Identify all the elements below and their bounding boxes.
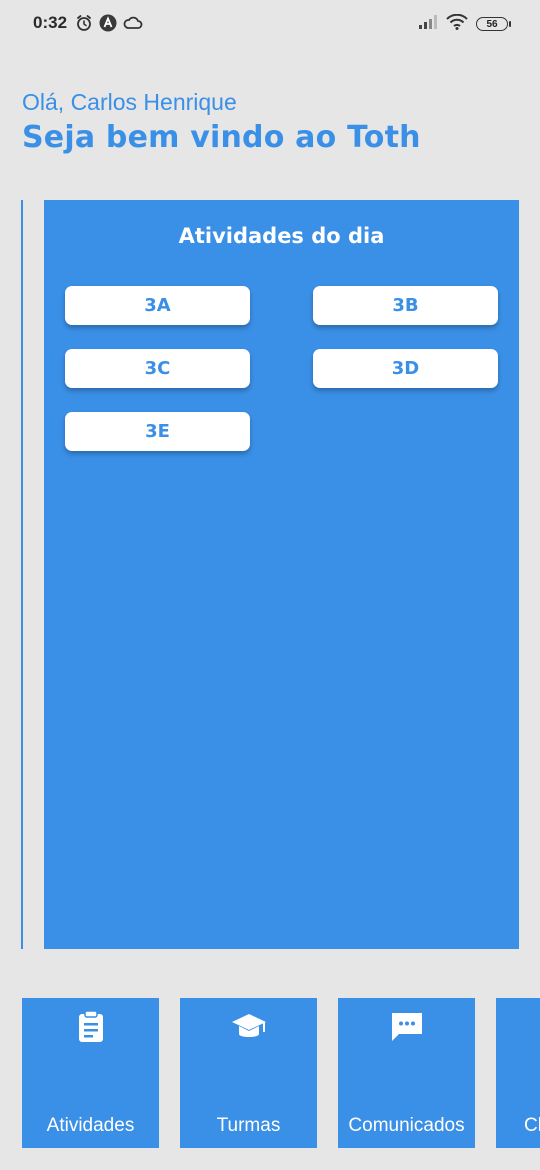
class-button-3c[interactable]: 3C (65, 349, 250, 388)
status-time: 0:32 (33, 13, 68, 32)
nav-tile-turmas[interactable]: Turmas (180, 998, 317, 1148)
nav-tile-atividades[interactable]: Atividades (22, 998, 159, 1148)
class-button-3a[interactable]: 3A (65, 286, 250, 325)
status-left-icons (75, 14, 143, 36)
a-badge-icon (99, 14, 117, 36)
cloud-icon (123, 14, 143, 36)
status-right-icons: 56 (418, 13, 511, 34)
wifi-icon (446, 13, 468, 34)
class-button-3e[interactable]: 3E (65, 412, 250, 451)
nav-label-partial: Cl (524, 1115, 540, 1136)
nav-tile-partial[interactable]: Cl (496, 998, 540, 1148)
graduation-cap-icon (180, 1010, 317, 1044)
alarm-icon (75, 14, 93, 36)
status-bar: 0:32 56 (0, 0, 540, 50)
nav-label-comunicados: Comunicados (348, 1115, 465, 1136)
class-button-3b[interactable]: 3B (313, 286, 498, 325)
nav-tile-comunicados[interactable]: Comunicados (338, 998, 475, 1148)
nav-label-turmas: Turmas (216, 1115, 281, 1136)
clipboard-icon (22, 1010, 159, 1044)
battery-icon: 56 (476, 17, 511, 31)
nav-label-atividades: Atividades (46, 1115, 135, 1136)
chat-icon (338, 1010, 475, 1044)
greeting-text: Olá, Carlos Henrique (22, 89, 237, 115)
previous-card-edge[interactable] (21, 200, 23, 949)
activities-card-title: Atividades do dia (178, 224, 385, 248)
signal-icon (418, 14, 438, 34)
page-title: Seja bem vindo ao Toth (22, 120, 421, 155)
class-button-3d[interactable]: 3D (313, 349, 498, 388)
